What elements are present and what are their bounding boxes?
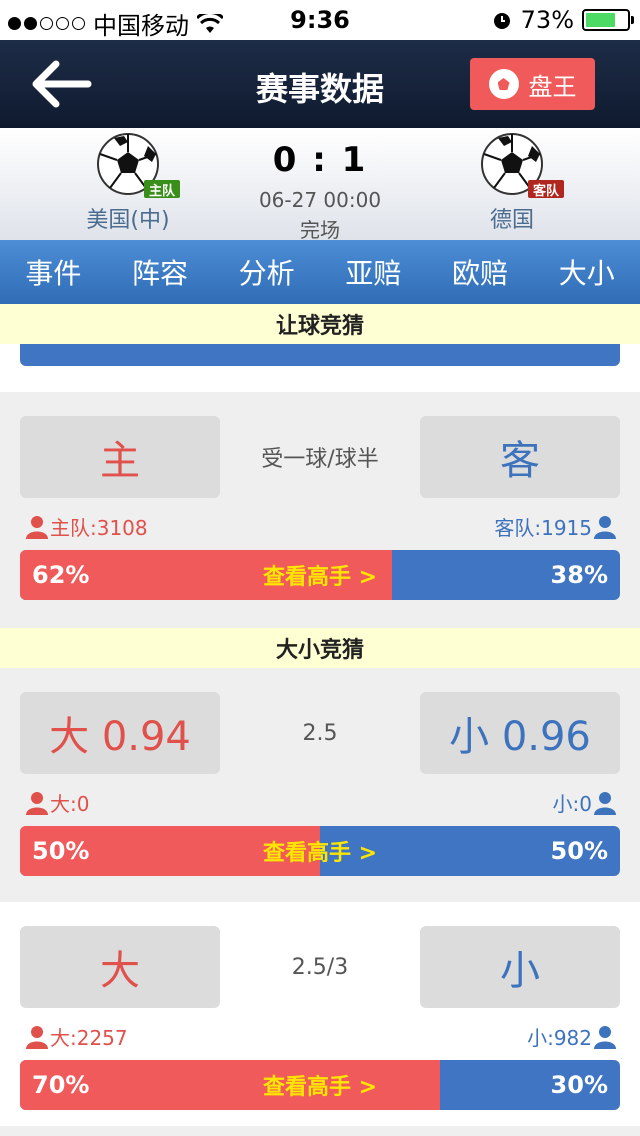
- under-count-label: 小:0: [552, 792, 592, 816]
- panwang-button[interactable]: 盘王: [470, 58, 595, 110]
- handicap-away-pct: 38%: [550, 561, 608, 589]
- away-team-logo: 客队: [480, 132, 564, 199]
- overunder-card-1: 大 0.94 2.5 小 0.96 大:0 小:0 50% 查看高手 > 50%: [0, 668, 640, 892]
- tab-analysis[interactable]: 分析: [213, 240, 320, 304]
- under-count-2: 小:982: [527, 1022, 616, 1051]
- content-scroll[interactable]: 让球竞猜 主 受一球/球半 客 主队:3108 客队:1915 62% 查看高手…: [0, 304, 640, 1136]
- view-experts-link[interactable]: 查看高手 >: [20, 550, 620, 600]
- handicap-card: 主 受一球/球半 客 主队:3108 客队:1915 62% 查看高手 > 38…: [0, 392, 640, 616]
- under-pct-1: 50%: [550, 837, 608, 865]
- overunder-line-2: 2.5/3: [291, 954, 349, 980]
- view-experts-link[interactable]: 查看高手 >: [20, 826, 620, 876]
- football-icon: [488, 69, 519, 99]
- home-team-name: 美国(中): [86, 208, 170, 233]
- tab-over-under[interactable]: 大小: [533, 240, 640, 304]
- tab-bar: 事件 阵容 分析 亚赔 欧赔 大小: [0, 240, 640, 304]
- home-team[interactable]: 主队 美国(中): [63, 132, 193, 234]
- away-count: 客队:1915: [494, 512, 616, 541]
- back-arrow-icon: [32, 60, 92, 108]
- user-icon: [26, 515, 48, 539]
- overunder-section-header: 大小竞猜: [0, 628, 640, 668]
- under-count-label-2: 小:982: [527, 1026, 592, 1050]
- app-root: 中国移动 9:36 73% 赛事数据 盘王 主队 美国(中) 0: 1 06-…: [0, 0, 640, 1136]
- back-button[interactable]: [28, 58, 92, 110]
- under-bet-button-2[interactable]: 小: [420, 926, 620, 1008]
- match-score: 0 : 1: [272, 140, 368, 180]
- status-right: 73%: [491, 6, 634, 34]
- home-count: 主队:3108: [26, 512, 148, 541]
- tab-events[interactable]: 事件: [0, 240, 107, 304]
- match-header: 主队 美国(中) 0 : 1 06-27 00:00 完场 客队 德国: [0, 128, 640, 243]
- score-panel: 0 : 1 06-27 00:00 完场: [200, 140, 440, 243]
- home-count-label: 主队:3108: [50, 516, 148, 540]
- home-team-logo: 主队: [96, 132, 180, 199]
- away-count-label: 客队:1915: [494, 516, 592, 540]
- under-count: 小:0: [553, 788, 616, 817]
- away-team-name: 德国: [489, 208, 534, 233]
- away-team[interactable]: 客队 德国: [447, 132, 577, 234]
- tab-euro-odds[interactable]: 欧赔: [427, 240, 534, 304]
- user-icon: [594, 515, 616, 539]
- away-bet-button[interactable]: 客: [420, 416, 620, 498]
- match-datetime: 06-27 00:00: [258, 188, 382, 212]
- user-icon: [594, 791, 616, 815]
- handicap-section-header: 让球竞猜: [0, 304, 640, 344]
- overunder-progress-bar-1[interactable]: 50% 查看高手 > 50%: [20, 826, 620, 876]
- battery-percent: 73%: [520, 6, 574, 34]
- over-count-label-2: 大:2257: [50, 1026, 128, 1050]
- handicap-progress-bar[interactable]: 62% 查看高手 > 38%: [20, 550, 620, 600]
- user-icon: [26, 1025, 48, 1049]
- home-tag: 主队: [144, 180, 180, 199]
- over-count: 大:0: [26, 788, 89, 817]
- status-bar: 中国移动 9:36 73%: [0, 0, 640, 40]
- handicap-line: 受一球/球半: [261, 447, 379, 472]
- tab-lineup[interactable]: 阵容: [107, 240, 214, 304]
- user-icon: [26, 791, 48, 815]
- over-count-label: 大:0: [50, 792, 90, 816]
- overunder-card-2: 大 2.5/3 小 大:2257 小:982 70% 查看高手 > 30%: [0, 902, 640, 1126]
- under-bet-button[interactable]: 小 0.96: [420, 692, 620, 774]
- view-experts-link[interactable]: 查看高手 >: [20, 1060, 620, 1110]
- under-pct-2: 30%: [550, 1071, 608, 1099]
- home-bet-button[interactable]: 主: [20, 416, 220, 498]
- away-tag: 客队: [528, 180, 564, 199]
- alarm-icon: [493, 13, 510, 29]
- tab-asian-odds[interactable]: 亚赔: [320, 240, 427, 304]
- match-status: 完场: [300, 218, 340, 242]
- user-icon: [594, 1025, 616, 1049]
- battery-icon: [582, 9, 634, 31]
- over-bet-button-2[interactable]: 大: [20, 926, 220, 1008]
- nav-bar: 赛事数据 盘王: [0, 40, 640, 128]
- battery-fill: [586, 13, 616, 27]
- overunder-progress-bar-2[interactable]: 70% 查看高手 > 30%: [20, 1060, 620, 1110]
- over-count-2: 大:2257: [26, 1022, 128, 1051]
- panwang-label: 盘王: [528, 72, 577, 101]
- overunder-line-1: 2.5: [302, 720, 338, 746]
- over-bet-button[interactable]: 大 0.94: [20, 692, 220, 774]
